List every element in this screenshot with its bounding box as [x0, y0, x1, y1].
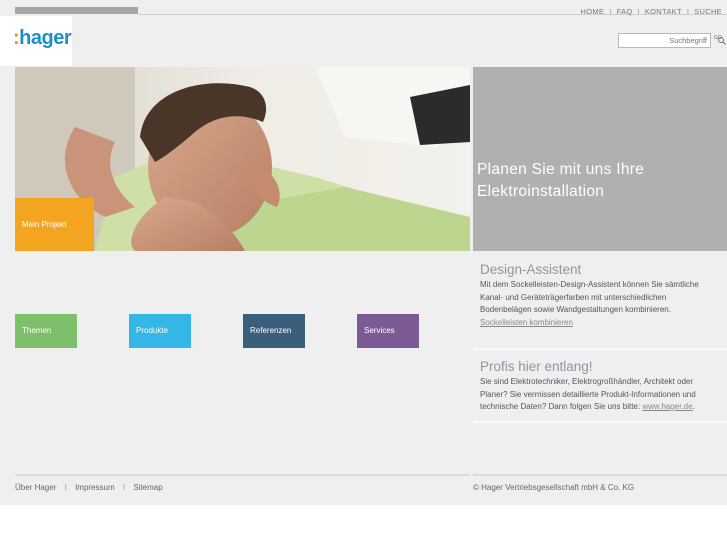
hager-de-link[interactable]: www.hager.de	[642, 402, 692, 411]
footer-separator: I	[64, 483, 67, 492]
footer-link-sitemap[interactable]: Sitemap	[133, 483, 162, 492]
page: HOME I FAQ I KONTAKT I SUCHE :hager GO	[0, 0, 727, 545]
hero-headline-box: Planen Sie mit uns Ihre Elektroinstallat…	[473, 67, 727, 251]
topnav-kontakt[interactable]: KONTAKT	[645, 7, 682, 16]
search-go-icon[interactable]: GO	[714, 33, 726, 45]
footer-links: Über Hager I Impressum I Sitemap	[15, 483, 163, 492]
hero-headline-line2: Elektroinstallation	[477, 183, 605, 200]
section-divider	[473, 421, 727, 423]
tile-services[interactable]: Services	[357, 314, 419, 348]
footer-link-impressum[interactable]: Impressum	[75, 483, 115, 492]
topnav-separator: I	[609, 7, 612, 16]
mein-projekt-button[interactable]: Mein Projekt	[15, 198, 94, 251]
section-divider	[473, 348, 727, 350]
design-assistent-body: Mit dem Sockelleisten-Design-Assistent k…	[480, 280, 699, 314]
footer-divider-left	[15, 474, 470, 476]
topnav-separator: I	[686, 7, 690, 16]
design-assistent-section: Design-Assistent Mit dem Sockelleisten-D…	[480, 262, 720, 329]
tile-themen[interactable]: Themen	[15, 314, 77, 348]
sockelleisten-link[interactable]: Sockelleisten kombinieren	[480, 318, 573, 327]
footer-divider-right	[473, 474, 727, 476]
hager-logo[interactable]: :hager	[13, 27, 72, 50]
topnav-faq[interactable]: FAQ	[617, 7, 633, 16]
tile-referenzen[interactable]: Referenzen	[243, 314, 305, 348]
top-accent-bar	[15, 7, 138, 14]
topnav-suche[interactable]: SUCHE	[694, 7, 722, 16]
footer-separator: I	[122, 483, 126, 492]
search-input[interactable]	[618, 33, 711, 48]
topnav-home[interactable]: HOME	[580, 7, 604, 16]
design-assistent-title: Design-Assistent	[480, 262, 582, 277]
design-assistent-text: Mit dem Sockelleisten-Design-Assistent k…	[480, 279, 720, 329]
profis-title: Profis hier entlang!	[480, 359, 593, 374]
profis-after-link: .	[692, 402, 695, 411]
tile-produkte[interactable]: Produkte	[129, 314, 191, 348]
profis-text: Sie sind Elektrotechniker, Elektrogroßhä…	[480, 376, 720, 414]
hero-headline: Planen Sie mit uns Ihre Elektroinstallat…	[477, 159, 725, 203]
footer-link-ueber-hager[interactable]: Über Hager	[15, 483, 56, 492]
profis-section: Profis hier entlang! Sie sind Elektrotec…	[480, 359, 720, 414]
top-navigation: HOME I FAQ I KONTAKT I SUCHE	[580, 7, 722, 16]
topnav-separator: I	[637, 7, 640, 16]
hero-headline-line1: Planen Sie mit uns Ihre	[477, 161, 645, 178]
logo-text: hager	[19, 27, 72, 49]
copyright: © Hager Vertriebsgesellschaft mbH & Co. …	[473, 483, 635, 492]
